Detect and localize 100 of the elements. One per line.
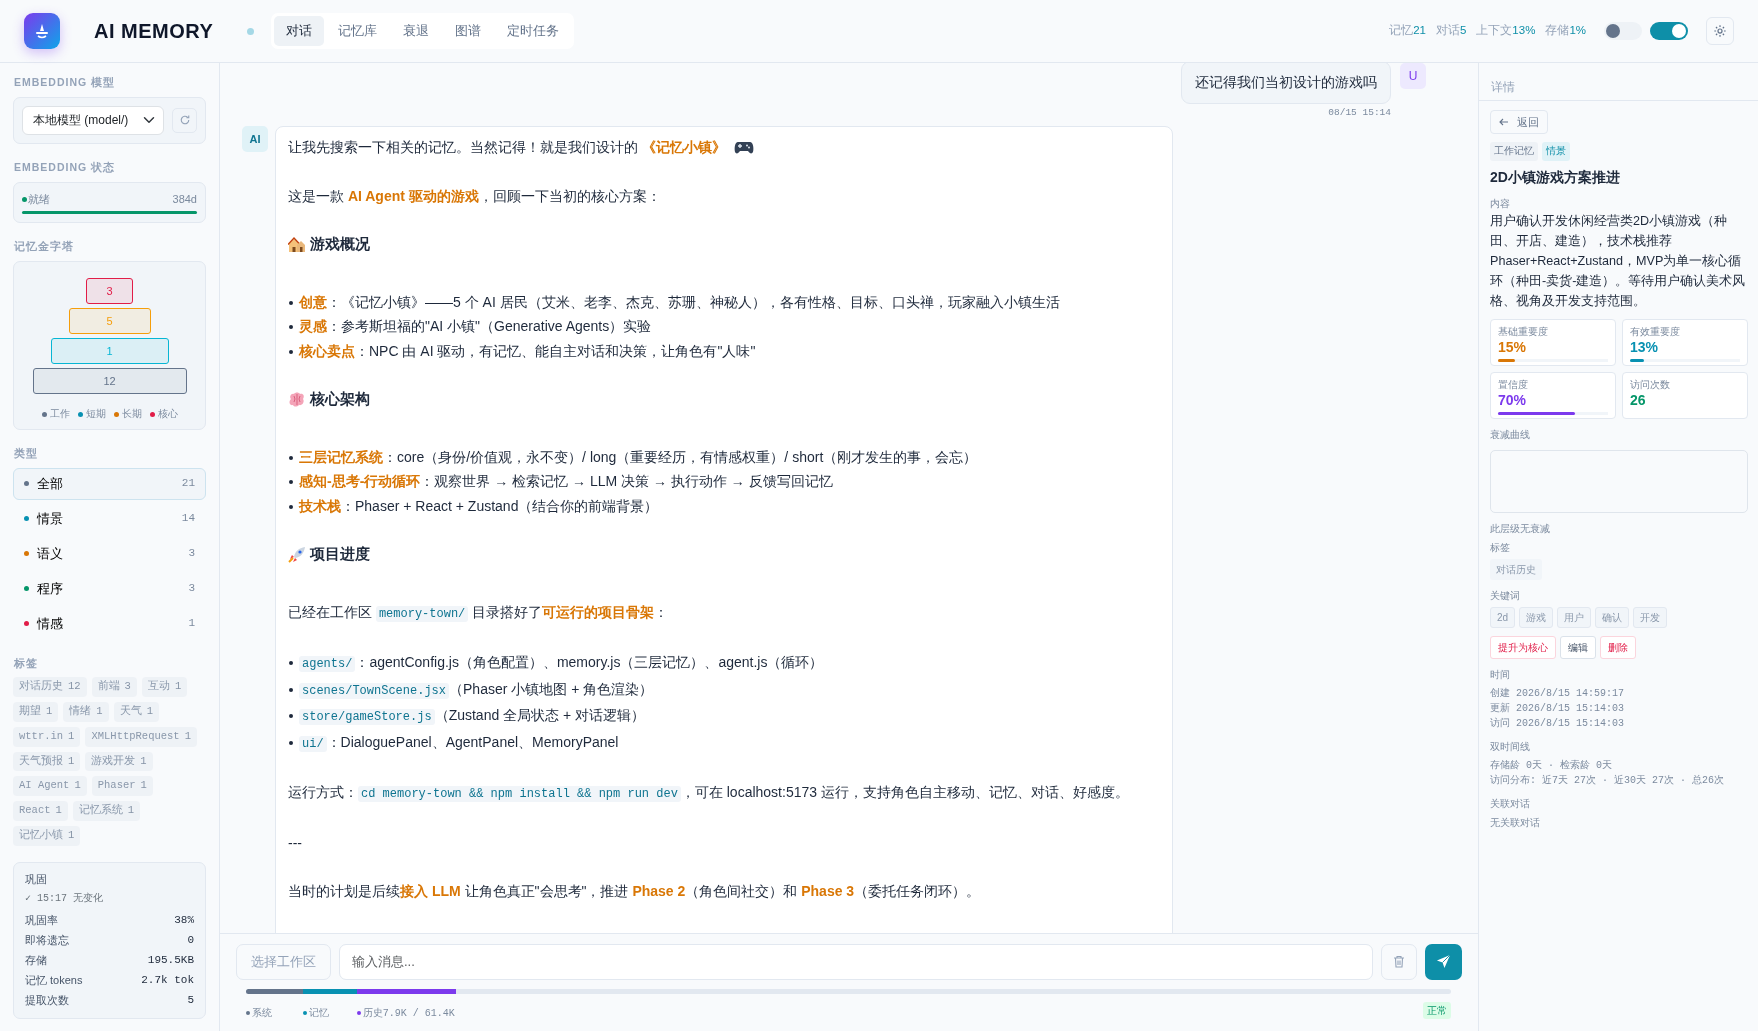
pyramid-level: 3: [86, 277, 133, 304]
tag-chip[interactable]: 记忆系统 1: [72, 801, 141, 821]
keyword-chip: 2d: [1490, 606, 1516, 628]
tag-chip[interactable]: 情绪 1: [63, 702, 109, 722]
action-button[interactable]: 删除: [1600, 635, 1636, 659]
nav-tab[interactable]: 定时任务: [495, 16, 572, 46]
tag-chip[interactable]: Phaser 1: [91, 776, 153, 796]
rocket-icon: [288, 546, 306, 563]
message-text: 当时的计划是后续接入 LLM 让角色真正"会思考"，推进 Phase 2（角色间社交）和 Phase 3（委托任务闭环）。: [288, 882, 981, 902]
action-button[interactable]: 编辑: [1560, 635, 1596, 659]
type-filter-item[interactable]: 情景 14: [13, 502, 206, 535]
refresh-button[interactable]: [172, 107, 197, 133]
tag-chip[interactable]: 记忆小镇 1: [13, 825, 81, 846]
list-item: scenes/TownScene.jsx （Phaser 小镇地图 + 角色渲染）: [288, 676, 1160, 704]
stat-value: 2.7k tok: [141, 973, 194, 988]
field-label: 双时间线: [1490, 739, 1531, 754]
type-filter-item[interactable]: 语义 3: [13, 537, 206, 570]
user-avatar: U: [1400, 63, 1426, 89]
legend-item: 记忆: [302, 1007, 329, 1019]
nav-tab[interactable]: 记忆库: [326, 16, 390, 46]
tag-chip[interactable]: 期望 1: [13, 702, 59, 722]
tag-chip[interactable]: 天气预报 1: [13, 751, 81, 772]
trash-icon: [1393, 955, 1405, 969]
send-icon: [1436, 954, 1451, 970]
house-icon: [288, 236, 306, 253]
list-item: 感知-思考-行动循环：观察世界 → 检索记忆 → LLM 决策 → 执行动作 → 反馈写回记忆: [288, 469, 1160, 494]
stat-value: 0: [187, 933, 194, 948]
list-item: ui/ ：DialoguePanel、AgentPanel、MemoryPanel: [288, 729, 1160, 757]
tag-chip[interactable]: 游戏开发 1: [85, 751, 153, 772]
metric-value: 26: [1630, 390, 1647, 409]
status-text: ✓ 15:17 无变化: [25, 891, 105, 906]
field-label: 衰减曲线: [1490, 427, 1531, 442]
nav-tab[interactable]: 衰退: [391, 16, 442, 46]
memory-title: 2D小镇游戏方案推进: [1490, 167, 1621, 187]
metric-label: 有效重要度: [1630, 325, 1681, 338]
message-text: 让我先搜索一下相关的记忆。当然记得！就是我们设计的 《记忆小镇》: [288, 138, 726, 158]
list-item: 三层记忆系统：core（身份/价值观，永不变）/ long（重要经历，有情感权重）/ short（刚才发生的事，会忘）: [288, 444, 1160, 470]
status-badge: 正常: [1423, 1002, 1451, 1020]
tag-chip[interactable]: 天气 1: [113, 702, 159, 722]
legend-item: 工作: [41, 405, 70, 421]
stat-label: 存储: [25, 953, 47, 968]
nav-tab[interactable]: 图谱: [443, 16, 494, 46]
user-message: 还记得我们当初设计的游戏吗: [1181, 63, 1391, 104]
message-time: 08/15 15:14: [1328, 106, 1391, 120]
action-button[interactable]: 提升为核心: [1490, 635, 1556, 659]
tag-chip[interactable]: wttr.in 1: [13, 726, 81, 747]
field-label: 标签: [1490, 540, 1511, 555]
legend-item: 长期: [113, 405, 142, 421]
app-logo: [24, 13, 60, 49]
type-filter-item[interactable]: 程序 3: [13, 572, 206, 605]
note-text: 无关联对话: [1490, 815, 1541, 830]
memory-tag: 工作记忆: [1490, 142, 1538, 161]
section-heading: 项目进度: [310, 545, 370, 565]
stat-value: 5: [187, 993, 194, 1008]
settings-button[interactable]: [1706, 17, 1734, 45]
model-select[interactable]: 本地模型 (model/): [22, 105, 164, 135]
tag-chip[interactable]: XMLHttpRequest 1: [85, 726, 197, 747]
stat-label: 巩固率: [25, 913, 58, 928]
keyword-chip: 用户: [1557, 606, 1592, 628]
metric-label: 置信度: [1498, 378, 1529, 391]
section-heading: 游戏概况: [310, 235, 370, 255]
type-filter-item[interactable]: 情感 1: [13, 607, 206, 640]
timestamp-text: 创建 2026/8/15 14:59:17: [1490, 686, 1626, 701]
card-title: 巩固: [25, 871, 48, 887]
send-button[interactable]: [1425, 943, 1462, 980]
note-text: 此层级无衰减: [1490, 521, 1551, 536]
stat-label: 即将遗忘: [25, 933, 69, 948]
ai-avatar: AI: [242, 126, 268, 153]
tag-chip[interactable]: 互动 1: [141, 677, 188, 697]
legend-item: 系统: [246, 1007, 272, 1019]
keyword-chip: 游戏: [1519, 606, 1554, 628]
section-label: 记忆金字塔: [14, 239, 75, 254]
type-filter-item[interactable]: 全部 21: [13, 467, 206, 500]
tag-chip[interactable]: React 1: [13, 801, 68, 821]
back-button[interactable]: 返回: [1490, 109, 1548, 135]
field-label: 时间: [1490, 667, 1511, 682]
tag-chip[interactable]: 前端 3: [91, 677, 137, 697]
stat-counter: 记忆21: [1389, 23, 1426, 39]
field-label: 关键词: [1490, 588, 1521, 603]
dimension-text: 384d: [172, 191, 197, 207]
tag-chip[interactable]: AI Agent 1: [13, 776, 87, 796]
timestamp-text: 更新 2026/8/15 15:14:03: [1490, 701, 1626, 716]
section-label: EMBEDDING 状态: [14, 159, 117, 175]
tag-chip[interactable]: 对话历史: [1490, 558, 1542, 580]
legend-item: 短期: [77, 405, 106, 421]
toggle-switch[interactable]: [1604, 22, 1642, 40]
nav-tab[interactable]: 对话: [274, 16, 325, 46]
toggle-switch[interactable]: [1650, 22, 1688, 40]
back-arrow-icon: [1499, 118, 1509, 126]
message-text: ---: [288, 833, 302, 853]
pyramid-level: 5: [68, 307, 151, 334]
tag-chip[interactable]: 对话历史 12: [13, 677, 87, 697]
stat-counter: 对话5: [1435, 23, 1467, 39]
keyword-chip: 开发: [1633, 606, 1668, 628]
message-input[interactable]: 输入消息...: [339, 943, 1373, 980]
list-item: agents/ ：agentConfig.js（角色配置）、memory.js（三层记忆）、agent.js（循环）: [288, 650, 1160, 677]
section-heading: 核心架构: [310, 390, 370, 410]
stat-label: 记忆 tokens: [25, 973, 83, 988]
field-label: 内容: [1490, 196, 1511, 211]
workspace-button[interactable]: 选择工作区: [236, 943, 331, 980]
